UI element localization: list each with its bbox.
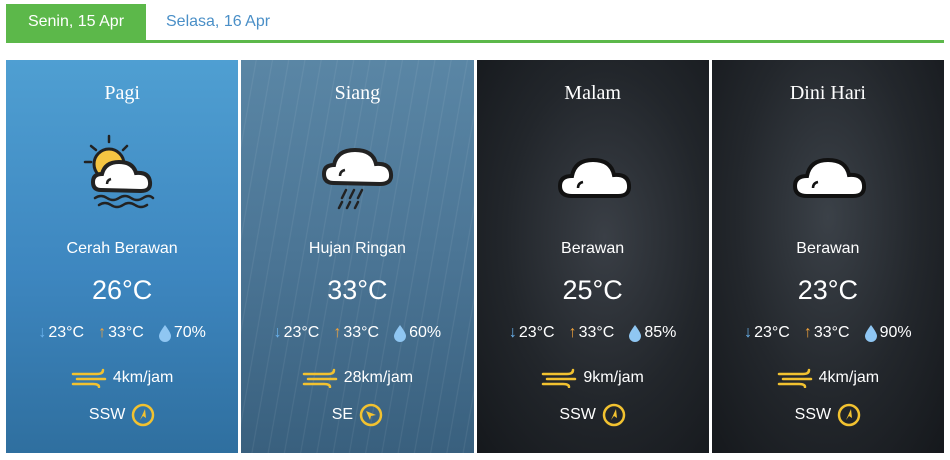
wind-direction: SE xyxy=(331,406,354,423)
humidity-value: 90% xyxy=(879,324,912,341)
temperature-stats: ↓ 23°C ↑ 33°C 90% xyxy=(712,324,944,342)
compass-icon xyxy=(602,403,626,427)
arrow-up-icon: ↑ xyxy=(98,324,107,341)
temperature-stats: ↓ 23°C ↑ 33°C 60% xyxy=(241,324,473,342)
water-drop-icon xyxy=(158,325,171,342)
temperature-value: 26°C xyxy=(91,275,153,305)
min-temp: 23°C xyxy=(283,324,320,341)
max-temp: 33°C xyxy=(813,324,850,341)
period-title: Malam xyxy=(564,82,621,104)
min-temp: 23°C xyxy=(48,324,85,341)
arrow-down-icon: ↓ xyxy=(273,324,282,341)
cloud-icon xyxy=(557,157,631,198)
min-temp: 23°C xyxy=(754,324,790,341)
max-temp: 33°C xyxy=(578,324,615,341)
wind-direction-row: SSW xyxy=(712,403,944,427)
wind-direction-row: SE xyxy=(241,403,473,427)
wind-direction-row: SSW xyxy=(477,403,709,427)
forecast-cards: Pagi Cerah Berawan 26°C ↓ 23°C ↑ 33°C 70% xyxy=(6,60,944,453)
forecast-card-pagi: Pagi Cerah Berawan 26°C ↓ 23°C ↑ 33°C 70% xyxy=(6,60,239,453)
period-title: Siang xyxy=(334,82,381,104)
temperature-value: 25°C xyxy=(562,275,623,305)
wind-icon xyxy=(71,368,107,388)
wind-icon xyxy=(542,368,577,388)
forecast-card-siang: Siang Hujan Ringan 33°C ↓ 23°C ↑ 33°C 60% xyxy=(241,60,474,453)
tab-senin-15-apr[interactable]: Senin, 15 Apr xyxy=(6,4,146,40)
max-temp: 33°C xyxy=(343,324,380,341)
humidity-value: 85% xyxy=(644,324,677,341)
temperature-value: 33°C xyxy=(327,275,388,305)
arrow-up-icon: ↑ xyxy=(333,324,342,341)
wind-speed: 28km/jam xyxy=(343,369,414,386)
wind-direction: SSW xyxy=(88,406,126,423)
wind-icon xyxy=(777,368,812,388)
wind-speed: 4km/jam xyxy=(818,369,880,386)
condition-label: Cerah Berawan xyxy=(66,240,178,257)
date-tabs: Senin, 15 Apr Selasa, 16 Apr xyxy=(6,4,944,43)
condition-label: Hujan Ringan xyxy=(308,240,406,257)
max-temp: 33°C xyxy=(108,324,144,341)
light-rain-cloud-icon xyxy=(322,147,394,210)
compass-icon xyxy=(359,403,383,427)
tab-selasa-16-apr[interactable]: Selasa, 16 Apr xyxy=(146,4,290,40)
arrow-up-icon: ↑ xyxy=(803,324,812,341)
min-temp: 23°C xyxy=(518,324,555,341)
arrow-down-icon: ↓ xyxy=(744,324,753,341)
wind-speed: 4km/jam xyxy=(112,369,174,386)
temperature-value: 23°C xyxy=(797,275,859,305)
water-drop-icon xyxy=(394,325,407,342)
water-drop-icon xyxy=(864,325,877,342)
wind-icon xyxy=(302,368,337,388)
arrow-down-icon: ↓ xyxy=(508,324,517,341)
forecast-card-malam: Malam Berawan 25°C ↓ 23°C ↑ 33°C 85% 9km/j… xyxy=(476,60,709,453)
temperature-stats: ↓ 23°C ↑ 33°C 85% xyxy=(477,324,709,342)
humidity-value: 60% xyxy=(409,324,442,341)
wind-direction-row: SSW xyxy=(6,403,238,427)
condition-label: Berawan xyxy=(796,240,860,257)
humidity-value: 70% xyxy=(173,324,206,341)
wind-direction: SSW xyxy=(794,406,832,423)
arrow-down-icon: ↓ xyxy=(38,324,47,341)
period-title: Dini Hari xyxy=(789,82,866,104)
compass-icon xyxy=(837,403,861,427)
wind-speed-row: 4km/jam xyxy=(712,368,944,388)
arrow-up-icon: ↑ xyxy=(568,324,577,341)
wind-speed-row: 4km/jam xyxy=(6,368,238,388)
wind-speed-row: 9km/jam xyxy=(477,368,709,388)
condition-label: Berawan xyxy=(561,240,625,257)
compass-icon xyxy=(132,403,155,427)
partly-cloudy-sun-icon xyxy=(83,134,155,209)
water-drop-icon xyxy=(629,325,642,342)
wind-speed-row: 28km/jam xyxy=(241,368,473,388)
wind-speed: 9km/jam xyxy=(583,369,644,386)
wind-direction: SSW xyxy=(559,406,596,423)
temperature-stats: ↓ 23°C ↑ 33°C 70% xyxy=(6,324,238,342)
forecast-card-dini-hari: Dini Hari Berawan 23°C ↓ 23°C ↑ 33°C 90% 4… xyxy=(711,60,944,453)
period-title: Pagi xyxy=(104,82,140,104)
cloud-icon xyxy=(792,157,866,198)
